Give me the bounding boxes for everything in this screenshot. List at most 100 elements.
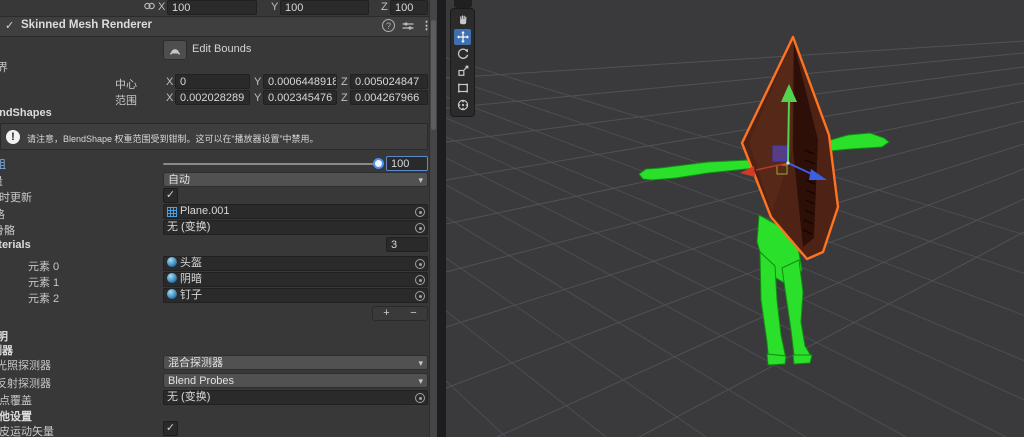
tool-rect[interactable] [454, 80, 471, 96]
scrollbar-thumb[interactable] [431, 20, 436, 130]
scale-y-label: Y [271, 1, 279, 13]
inspector-panel: X 100 Y 100 Z 100 ✓ Skinned Mesh Rendere… [0, 0, 437, 437]
anchor-override-label: 锚点覆盖 [0, 395, 32, 407]
tools-overlay-tab[interactable] [454, 0, 472, 8]
panel-splitter[interactable] [437, 0, 446, 437]
element-1-field[interactable]: 阴暗 [163, 272, 428, 287]
blendshapes-section-label: BlendShapes [0, 107, 52, 119]
right-foot [792, 354, 813, 365]
mesh-label: 网格 [0, 206, 5, 222]
tool-move[interactable] [454, 29, 471, 45]
element-0-field[interactable]: 头盔 [163, 256, 428, 271]
scene-canvas[interactable] [446, 0, 1024, 437]
quality-dropdown[interactable]: 自动 ▾ [163, 172, 428, 187]
anchor-override-value: 无 (变换) [167, 391, 211, 403]
remove-element-button[interactable]: − [400, 307, 427, 320]
center-y-label: Y [254, 76, 262, 88]
left-foot [766, 353, 787, 366]
element-2-label: 元素 2 [28, 293, 60, 305]
quality-label: 质量 [0, 173, 3, 189]
light-probes-dropdown[interactable]: 混合探测器 ▾ [163, 355, 428, 370]
root-bone-label: 根骨骼 [0, 225, 15, 237]
range-y-field[interactable]: 0.002345476 [263, 90, 337, 105]
help-icon[interactable]: ? [382, 19, 395, 32]
materials-count-field[interactable]: 3 [386, 237, 428, 252]
reflection-probes-label: 反射探测器 [0, 378, 51, 390]
center-z-label: Z [341, 76, 348, 88]
range-x-label: X [166, 92, 174, 104]
scale-z-label: Z [381, 1, 388, 13]
root-bone-field[interactable]: 无 (变换) [163, 220, 428, 235]
pyramid-head [740, 35, 840, 261]
center-y-field[interactable]: 0.0006448918 [263, 74, 337, 89]
range-y-label: Y [254, 92, 262, 104]
center-z-field[interactable]: 0.005024847 [350, 74, 428, 89]
inspector-scrollbar[interactable] [429, 0, 437, 437]
left-arm [638, 159, 758, 181]
enabled-checkbox[interactable]: ✓ [5, 19, 14, 32]
anchor-picker-icon[interactable] [415, 393, 425, 403]
tool-view-hand[interactable] [454, 12, 471, 28]
range-z-field[interactable]: 0.004267966 [350, 90, 428, 105]
element-1-label: 元素 1 [28, 277, 60, 289]
scale-z-field[interactable]: 100 [390, 0, 428, 15]
light-probes-value: 混合探测器 [168, 357, 223, 369]
center-x-label: X [166, 76, 174, 88]
scale-x-field[interactable]: 100 [167, 0, 257, 15]
link-icon[interactable] [143, 0, 156, 12]
quality-value: 自动 [168, 174, 190, 186]
range-z-label: Z [341, 92, 348, 104]
presets-icon[interactable] [402, 20, 414, 32]
scale-x-label: X [158, 1, 166, 13]
element-2-value: 钉子 [180, 289, 202, 301]
light-probes-label: 光照探测器 [0, 360, 51, 372]
component-header[interactable]: ✓ Skinned Mesh Renderer ? ⋮ [0, 17, 437, 37]
root-bone-picker-icon[interactable] [415, 223, 425, 233]
edit-bounds-button[interactable] [163, 40, 187, 60]
weight-slider-knob[interactable] [373, 158, 384, 169]
mesh-object-field[interactable]: Plane.001 [163, 204, 428, 219]
edit-bounds-label: Edit Bounds [192, 43, 252, 55]
motion-vectors-checkbox[interactable]: ✓ [163, 421, 178, 436]
range-x-field[interactable]: 0.002028289 [175, 90, 250, 105]
scene-view[interactable] [446, 0, 1024, 437]
anchor-override-field[interactable]: 无 (变换) [163, 390, 428, 405]
reflection-probes-dropdown[interactable]: Blend Probes ▾ [163, 373, 428, 388]
offscreen-label: 离屏时更新 [0, 192, 32, 204]
element-1-picker-icon[interactable] [415, 275, 425, 285]
element-0-label: 元素 0 [28, 261, 60, 273]
element-2-field[interactable]: 钉子 [163, 288, 428, 303]
tools-overlay [450, 8, 475, 117]
add-element-button[interactable]: + [373, 307, 400, 320]
tool-rotate[interactable] [454, 46, 471, 62]
element-0-value: 头盔 [180, 257, 202, 269]
material-icon [167, 289, 177, 299]
mesh-value: Plane.001 [180, 205, 230, 217]
scale-y-field[interactable]: 100 [280, 0, 369, 15]
tool-custom-transform[interactable] [454, 97, 471, 113]
gizmo-plane-handle-blue[interactable] [772, 145, 788, 162]
element-2-picker-icon[interactable] [415, 291, 425, 301]
center-x-field[interactable]: 0 [175, 74, 250, 89]
reflection-probes-value: Blend Probes [168, 375, 235, 387]
material-icon [167, 257, 177, 267]
root-bone-value: 无 (变换) [167, 221, 211, 233]
tool-scale[interactable] [454, 63, 471, 79]
mesh-picker-icon[interactable] [415, 207, 425, 217]
offscreen-checkbox[interactable]: ✓ [163, 188, 178, 203]
unity-editor: X 100 Y 100 Z 100 ✓ Skinned Mesh Rendere… [0, 0, 1024, 437]
weight-value-field[interactable]: 100 [386, 156, 428, 171]
motion-vectors-label: 蒙皮运动矢量 [0, 426, 54, 437]
list-add-remove: + − [372, 306, 428, 321]
range-label: 范围 [115, 95, 137, 107]
right-arm [826, 132, 890, 152]
warning-text: 请注意，BlendShape 权重范围受到钳制。这可以在“播放器设置”中禁用。 [27, 134, 319, 144]
materials-section-label: Materials [0, 239, 31, 251]
material-icon [167, 273, 177, 283]
chevron-down-icon: ▾ [418, 175, 423, 185]
chevron-down-icon: ▾ [418, 376, 423, 386]
element-0-picker-icon[interactable] [415, 259, 425, 269]
probes-section-label: 探测器 [0, 345, 13, 357]
element-1-value: 阴暗 [180, 273, 202, 285]
weight-slider-track[interactable] [163, 163, 375, 165]
